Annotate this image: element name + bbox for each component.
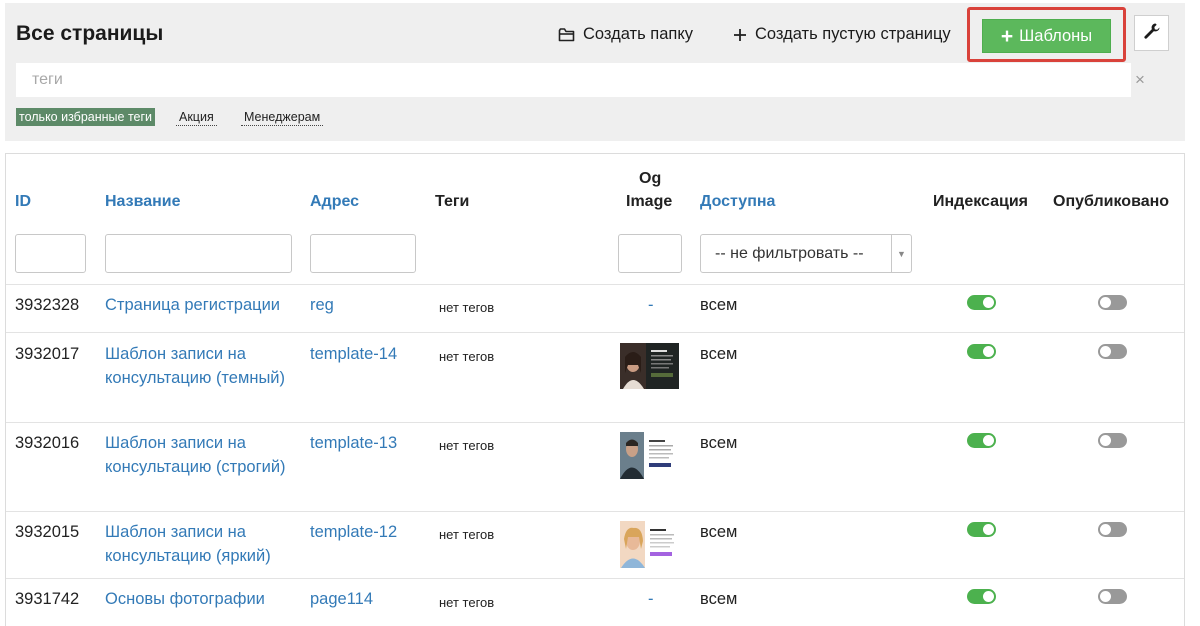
- row-address-link[interactable]: page114: [310, 588, 373, 612]
- settings-button[interactable]: [1134, 15, 1169, 51]
- filter-name-input[interactable]: [105, 234, 292, 273]
- indexing-toggle[interactable]: [967, 433, 996, 448]
- row-tags: нет тегов: [439, 595, 495, 610]
- plus-icon: [733, 28, 747, 42]
- row-address-link[interactable]: template-13: [310, 432, 397, 456]
- row-availability: всем: [700, 590, 738, 608]
- row-address-link[interactable]: template-12: [310, 521, 397, 545]
- row-name-link[interactable]: Основы фотографии: [105, 588, 305, 612]
- og-image-thumbnail: [620, 521, 679, 568]
- clear-tags-icon[interactable]: ×: [1135, 70, 1145, 90]
- pages-header: Все страницы Создать папку Создать пусту…: [5, 3, 1185, 141]
- row-name-link[interactable]: Шаблон записи на консультацию (яркий): [105, 521, 295, 568]
- column-header-og-line2: Image: [626, 193, 673, 210]
- column-header-published: Опубликовано: [1053, 193, 1170, 210]
- published-toggle[interactable]: [1098, 295, 1127, 310]
- og-image-thumbnail: [620, 343, 679, 389]
- row-id: 3932328: [15, 296, 80, 314]
- row-tags: нет тегов: [439, 438, 495, 453]
- filter-id-input[interactable]: [15, 234, 86, 273]
- indexing-toggle[interactable]: [967, 344, 996, 359]
- indexing-toggle[interactable]: [967, 589, 996, 604]
- row-id: 3931742: [15, 590, 80, 608]
- row-name-link[interactable]: Шаблон записи на консультацию (темный): [105, 343, 305, 390]
- filter-available-select[interactable]: -- не фильтровать -- ▼: [700, 234, 912, 273]
- filter-og-image-input[interactable]: [618, 234, 682, 273]
- table-row: 3932328 Страница регистрации reg нет тег…: [6, 284, 1184, 332]
- tag-chip-managers[interactable]: Менеджерам: [241, 108, 324, 126]
- column-header-tags: Теги: [435, 193, 470, 210]
- templates-highlight: + Шаблоны: [967, 7, 1126, 62]
- row-tags: нет тегов: [439, 349, 495, 364]
- column-header-og-line1: Og: [639, 170, 662, 187]
- row-availability: всем: [700, 523, 738, 541]
- row-og-image-empty: -: [648, 296, 654, 314]
- og-image-thumbnail: [620, 432, 679, 479]
- plus-icon: +: [1000, 24, 1014, 48]
- create-folder-label: Создать папку: [583, 25, 693, 43]
- page-title: Все страницы: [16, 22, 164, 45]
- row-id: 3932016: [15, 434, 80, 452]
- tags-search-input[interactable]: [16, 63, 1131, 97]
- table-row: 3932016 Шаблон записи на консультацию (с…: [6, 422, 1184, 511]
- folder-icon: [558, 27, 575, 42]
- row-availability: всем: [700, 296, 738, 314]
- published-toggle[interactable]: [1098, 589, 1127, 604]
- row-availability: всем: [700, 434, 738, 452]
- published-toggle[interactable]: [1098, 344, 1127, 359]
- indexing-toggle[interactable]: [967, 295, 996, 310]
- column-header-address[interactable]: Адрес: [310, 193, 359, 211]
- table-row: 3932017 Шаблон записи на консультацию (т…: [6, 332, 1184, 422]
- filter-address-input[interactable]: [310, 234, 416, 273]
- wrench-icon: [1143, 22, 1161, 45]
- chevron-down-icon: ▼: [891, 235, 911, 272]
- published-toggle[interactable]: [1098, 433, 1127, 448]
- indexing-toggle[interactable]: [967, 522, 996, 537]
- pages-table: ID Название Адрес Теги Og Image Доступна…: [5, 153, 1185, 626]
- create-empty-page-label: Создать пустую страницу: [755, 25, 951, 43]
- column-header-id[interactable]: ID: [15, 193, 31, 211]
- row-tags: нет тегов: [439, 527, 495, 542]
- row-name-link[interactable]: Шаблон записи на консультацию (строгий): [105, 432, 305, 479]
- row-address-link[interactable]: template-14: [310, 343, 397, 367]
- create-empty-page-button[interactable]: Создать пустую страницу: [733, 25, 951, 44]
- row-id: 3932017: [15, 345, 80, 363]
- templates-label: Шаблоны: [1019, 26, 1093, 45]
- column-header-available[interactable]: Доступна: [700, 193, 775, 211]
- tag-chip-akcia[interactable]: Акция: [176, 108, 217, 126]
- row-og-image-empty: -: [648, 590, 654, 608]
- filter-available-value: -- не фильтровать --: [715, 244, 864, 262]
- table-row: 3931742 Основы фотографии page114 нет те…: [6, 578, 1184, 626]
- row-name-link[interactable]: Страница регистрации: [105, 294, 310, 318]
- published-toggle[interactable]: [1098, 522, 1127, 537]
- column-header-name[interactable]: Название: [105, 193, 181, 211]
- row-tags: нет тегов: [439, 300, 495, 315]
- row-id: 3932015: [15, 523, 80, 541]
- tag-chip-favorites[interactable]: только избранные теги: [16, 108, 156, 126]
- row-availability: всем: [700, 345, 738, 363]
- row-address-link[interactable]: reg: [310, 294, 334, 318]
- table-row: 3932015 Шаблон записи на консультацию (я…: [6, 511, 1184, 578]
- create-folder-button[interactable]: Создать папку: [558, 25, 693, 44]
- templates-button[interactable]: + Шаблоны: [982, 19, 1111, 53]
- column-header-indexing: Индексация: [933, 193, 1029, 210]
